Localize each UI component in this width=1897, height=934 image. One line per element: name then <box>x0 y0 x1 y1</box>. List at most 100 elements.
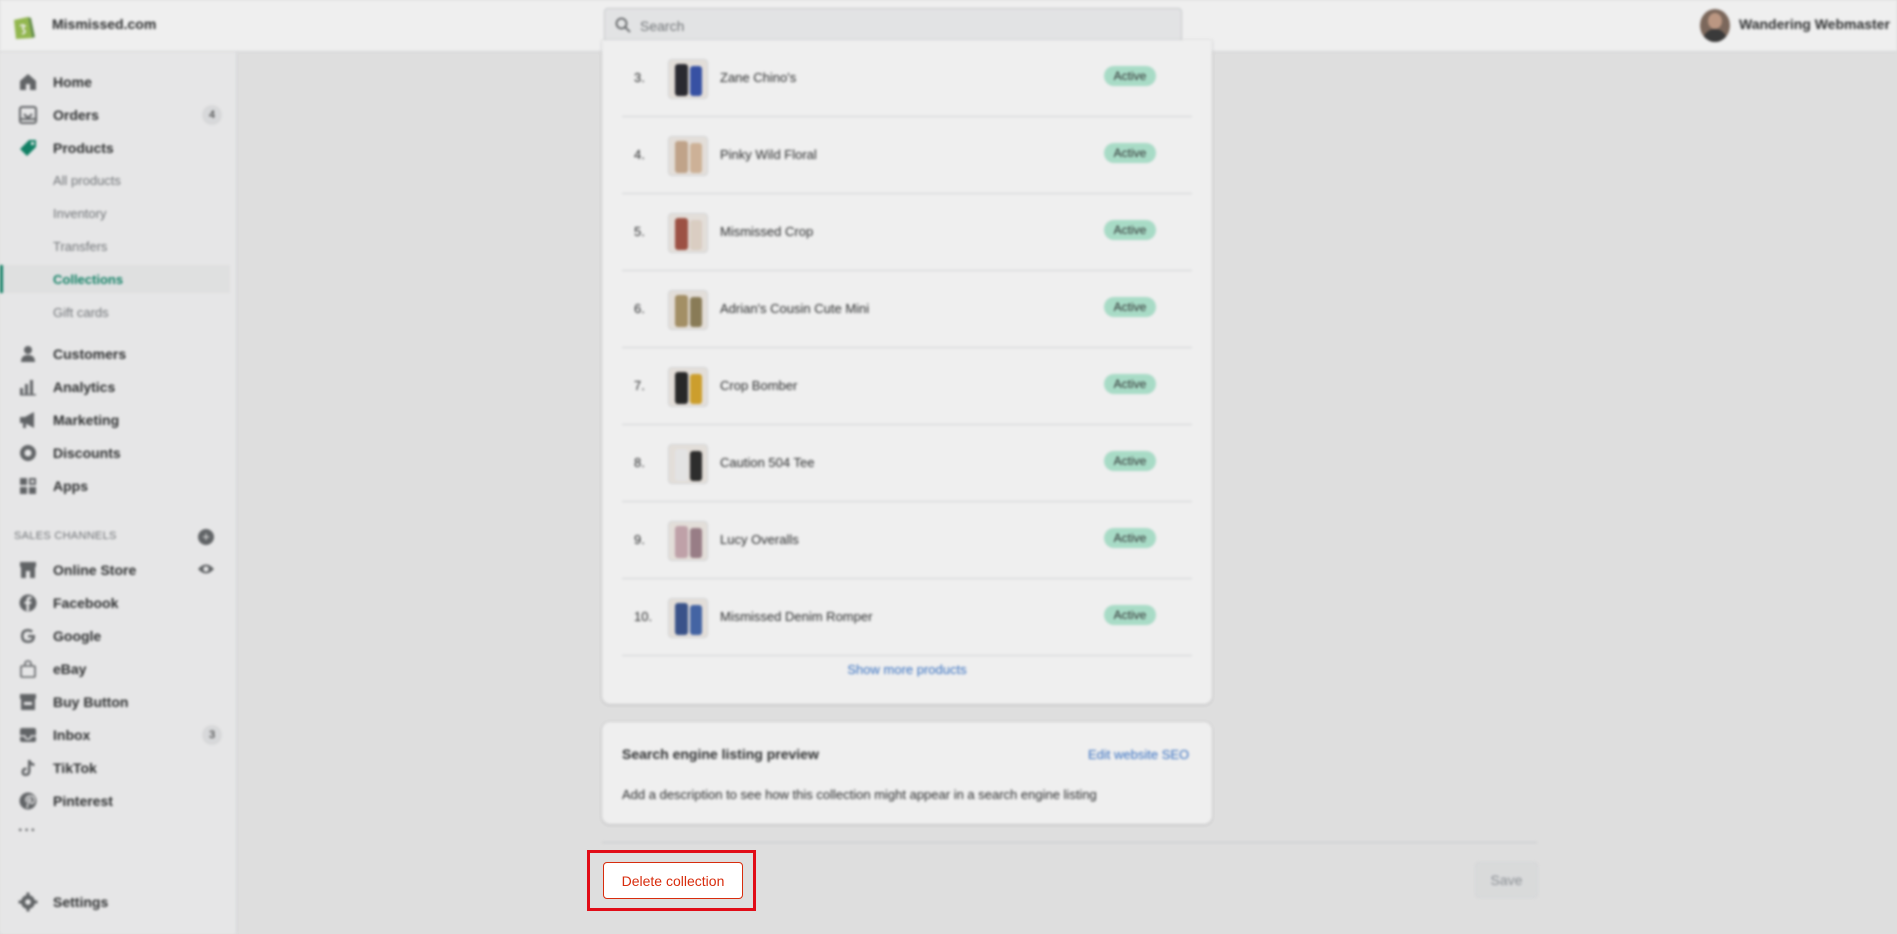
sidebar-subitem-collections[interactable]: Collections <box>0 265 230 293</box>
sidebar-item-label: Marketing <box>53 412 120 428</box>
sidebar-item-label: Pinterest <box>53 793 113 809</box>
add-sales-channel-icon[interactable]: + <box>198 529 214 545</box>
sidebar-item-settings[interactable]: Settings <box>0 886 230 916</box>
sidebar-item-label: Home <box>53 74 92 90</box>
sidebar-item-label: Orders <box>53 107 99 123</box>
product-thumbnail <box>668 444 708 484</box>
search-placeholder: Search <box>640 18 685 34</box>
gear-icon <box>18 892 38 912</box>
sidebar-channel-online-store[interactable]: Online Store <box>0 554 230 584</box>
seo-description: Add a description to see how this collec… <box>622 787 1097 802</box>
megaphone-icon <box>20 412 34 428</box>
person-icon <box>21 346 35 362</box>
product-row[interactable]: 8. Caution 504 Tee Active <box>622 425 1192 502</box>
product-title[interactable]: Zane Chino's <box>720 70 796 85</box>
product-row[interactable]: 9. Lucy Overalls Active <box>622 502 1192 579</box>
discount-icon <box>20 445 36 461</box>
product-title[interactable]: Adrian's Cousin Cute Mini <box>720 301 869 316</box>
store-name[interactable]: Mismissed.com <box>52 16 156 32</box>
sidebar-subitem-inventory[interactable]: Inventory <box>0 199 230 227</box>
more-channels-icon[interactable]: ··· <box>18 822 37 840</box>
store-icon <box>20 562 36 578</box>
inbox-icon <box>20 728 36 742</box>
sidebar-subitem-label: Collections <box>53 272 124 287</box>
user-name[interactable]: Wandering Webmaster <box>1739 16 1890 32</box>
sidebar-item-customers[interactable]: Customers <box>0 338 230 368</box>
sidebar-item-label: Facebook <box>53 595 119 611</box>
status-badge: Active <box>1104 220 1156 240</box>
tiktok-icon <box>21 760 35 776</box>
product-title[interactable]: Lucy Overalls <box>720 532 799 547</box>
sidebar-channel-ebay[interactable]: eBay <box>0 653 230 683</box>
product-title[interactable]: Crop Bomber <box>720 378 797 393</box>
sidebar-channel-google[interactable]: Google <box>0 620 230 650</box>
status-badge: Active <box>1104 66 1156 86</box>
product-row[interactable]: 3. Zane Chino's Active <box>622 40 1192 117</box>
sidebar-item-analytics[interactable]: Analytics <box>0 371 230 401</box>
status-badge: Active <box>1104 605 1156 625</box>
search-engine-preview-card: Search engine listing preview Edit websi… <box>602 722 1212 824</box>
sidebar-channel-facebook[interactable]: Facebook <box>0 587 230 617</box>
sidebar-subitem-label: Transfers <box>53 239 108 254</box>
sidebar-item-discounts[interactable]: Discounts <box>0 437 230 467</box>
sidebar-subitem-gift-cards[interactable]: Gift cards <box>0 298 230 326</box>
save-button[interactable]: Save <box>1475 862 1538 898</box>
sidebar-item-label: Products <box>53 140 114 156</box>
product-thumbnail <box>668 213 708 253</box>
delete-collection-button[interactable]: Delete collection <box>603 862 743 899</box>
sidebar-item-apps[interactable]: Apps <box>0 470 230 500</box>
edit-website-seo-link[interactable]: Edit website SEO <box>1088 747 1189 762</box>
search-icon <box>615 17 631 33</box>
sidebar-item-label: Analytics <box>53 379 116 395</box>
sidebar-item-label: Settings <box>53 894 109 910</box>
sidebar-subitem-all-products[interactable]: All products <box>0 166 230 194</box>
sidebar-item-label: Inbox <box>53 727 91 743</box>
inbox-count-badge: 3 <box>202 725 222 745</box>
sidebar-subitem-label: Gift cards <box>53 305 109 320</box>
sidebar-channel-buy-button[interactable]: Buy Button <box>0 686 230 716</box>
product-row[interactable]: 6. Adrian's Cousin Cute Mini Active <box>622 271 1192 348</box>
product-thumbnail <box>668 136 708 176</box>
sidebar-subitem-transfers[interactable]: Transfers <box>0 232 230 260</box>
product-row[interactable]: 5. Mismissed Crop Active <box>622 194 1192 271</box>
shopify-logo-icon[interactable] <box>10 12 36 40</box>
status-badge: Active <box>1104 451 1156 471</box>
product-row[interactable]: 10. Mismissed Denim Romper Active <box>622 579 1192 656</box>
sidebar-item-home[interactable]: Home <box>0 66 230 96</box>
product-title[interactable]: Pinky Wild Floral <box>720 147 817 162</box>
sidebar-item-marketing[interactable]: Marketing <box>0 404 230 434</box>
sidebar-item-label: TikTok <box>53 760 97 776</box>
status-badge: Active <box>1104 143 1156 163</box>
bar-chart-icon <box>20 380 36 396</box>
avatar[interactable] <box>1700 9 1730 42</box>
sales-channels-heading: SALES CHANNELS <box>14 530 117 542</box>
product-thumbnail <box>668 598 708 638</box>
product-position: 8. <box>634 455 645 470</box>
sidebar-item-label: Buy Button <box>53 694 129 710</box>
product-position: 7. <box>634 378 645 393</box>
bag-icon <box>20 660 36 678</box>
status-badge: Active <box>1104 528 1156 548</box>
sidebar-item-label: eBay <box>53 661 87 677</box>
sidebar-item-label: Online Store <box>53 562 137 578</box>
apps-icon <box>20 478 36 494</box>
sidebar-item-orders[interactable]: Orders 4 <box>0 99 230 129</box>
product-row[interactable]: 7. Crop Bomber Active <box>622 348 1192 425</box>
sidebar-channel-pinterest[interactable]: Pinterest <box>0 785 230 815</box>
product-title[interactable]: Caution 504 Tee <box>720 455 814 470</box>
sidebar-item-products[interactable]: Products <box>0 132 230 162</box>
google-icon <box>21 629 35 643</box>
product-title[interactable]: Mismissed Denim Romper <box>720 609 872 624</box>
show-more-products-link[interactable]: Show more products <box>602 662 1212 677</box>
orders-count-badge: 4 <box>202 105 222 125</box>
eye-icon[interactable] <box>197 560 215 578</box>
product-title[interactable]: Mismissed Crop <box>720 224 813 239</box>
search-input[interactable]: Search <box>604 8 1182 42</box>
sidebar-subitem-label: Inventory <box>53 206 107 221</box>
sidebar-channel-tiktok[interactable]: TikTok <box>0 752 230 782</box>
product-thumbnail <box>668 59 708 99</box>
sidebar-channel-inbox[interactable]: Inbox 3 <box>0 719 230 749</box>
product-position: 5. <box>634 224 645 239</box>
product-row[interactable]: 4. Pinky Wild Floral Active <box>622 117 1192 194</box>
sidebar-subitem-label: All products <box>53 173 121 188</box>
